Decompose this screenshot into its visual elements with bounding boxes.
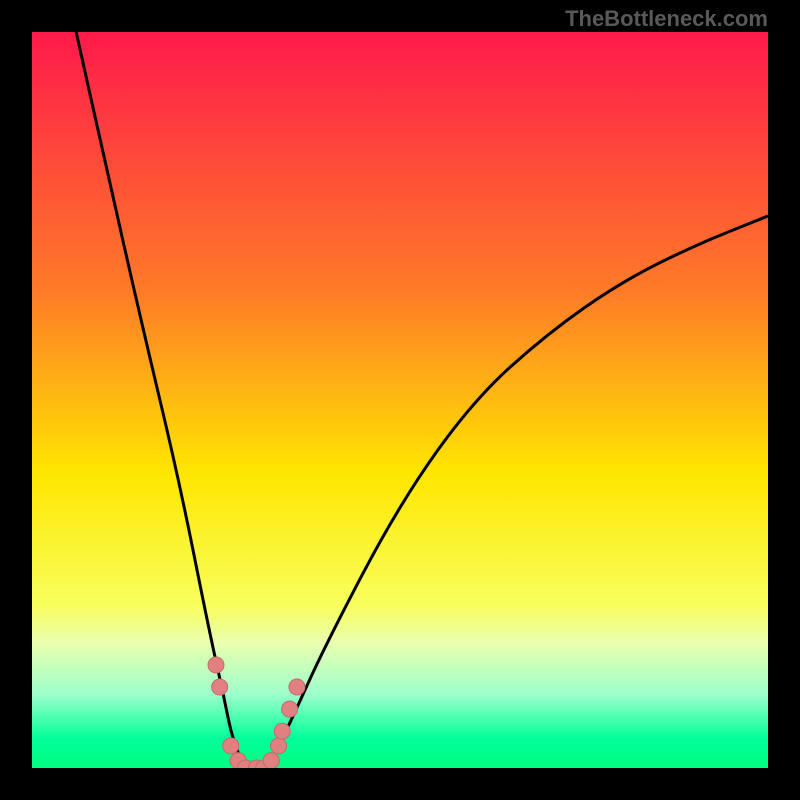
chart-frame: TheBottleneck.com: [0, 0, 800, 800]
watermark-text: TheBottleneck.com: [565, 6, 768, 32]
data-marker: [274, 723, 290, 739]
data-marker: [263, 753, 279, 768]
data-marker: [271, 738, 287, 754]
chart-svg: [32, 32, 768, 768]
data-marker: [289, 679, 305, 695]
plot-area: [32, 32, 768, 768]
data-marker: [282, 701, 298, 717]
data-marker: [223, 738, 239, 754]
data-marker: [212, 679, 228, 695]
data-marker: [208, 657, 224, 673]
bottleneck-curve: [76, 32, 768, 768]
